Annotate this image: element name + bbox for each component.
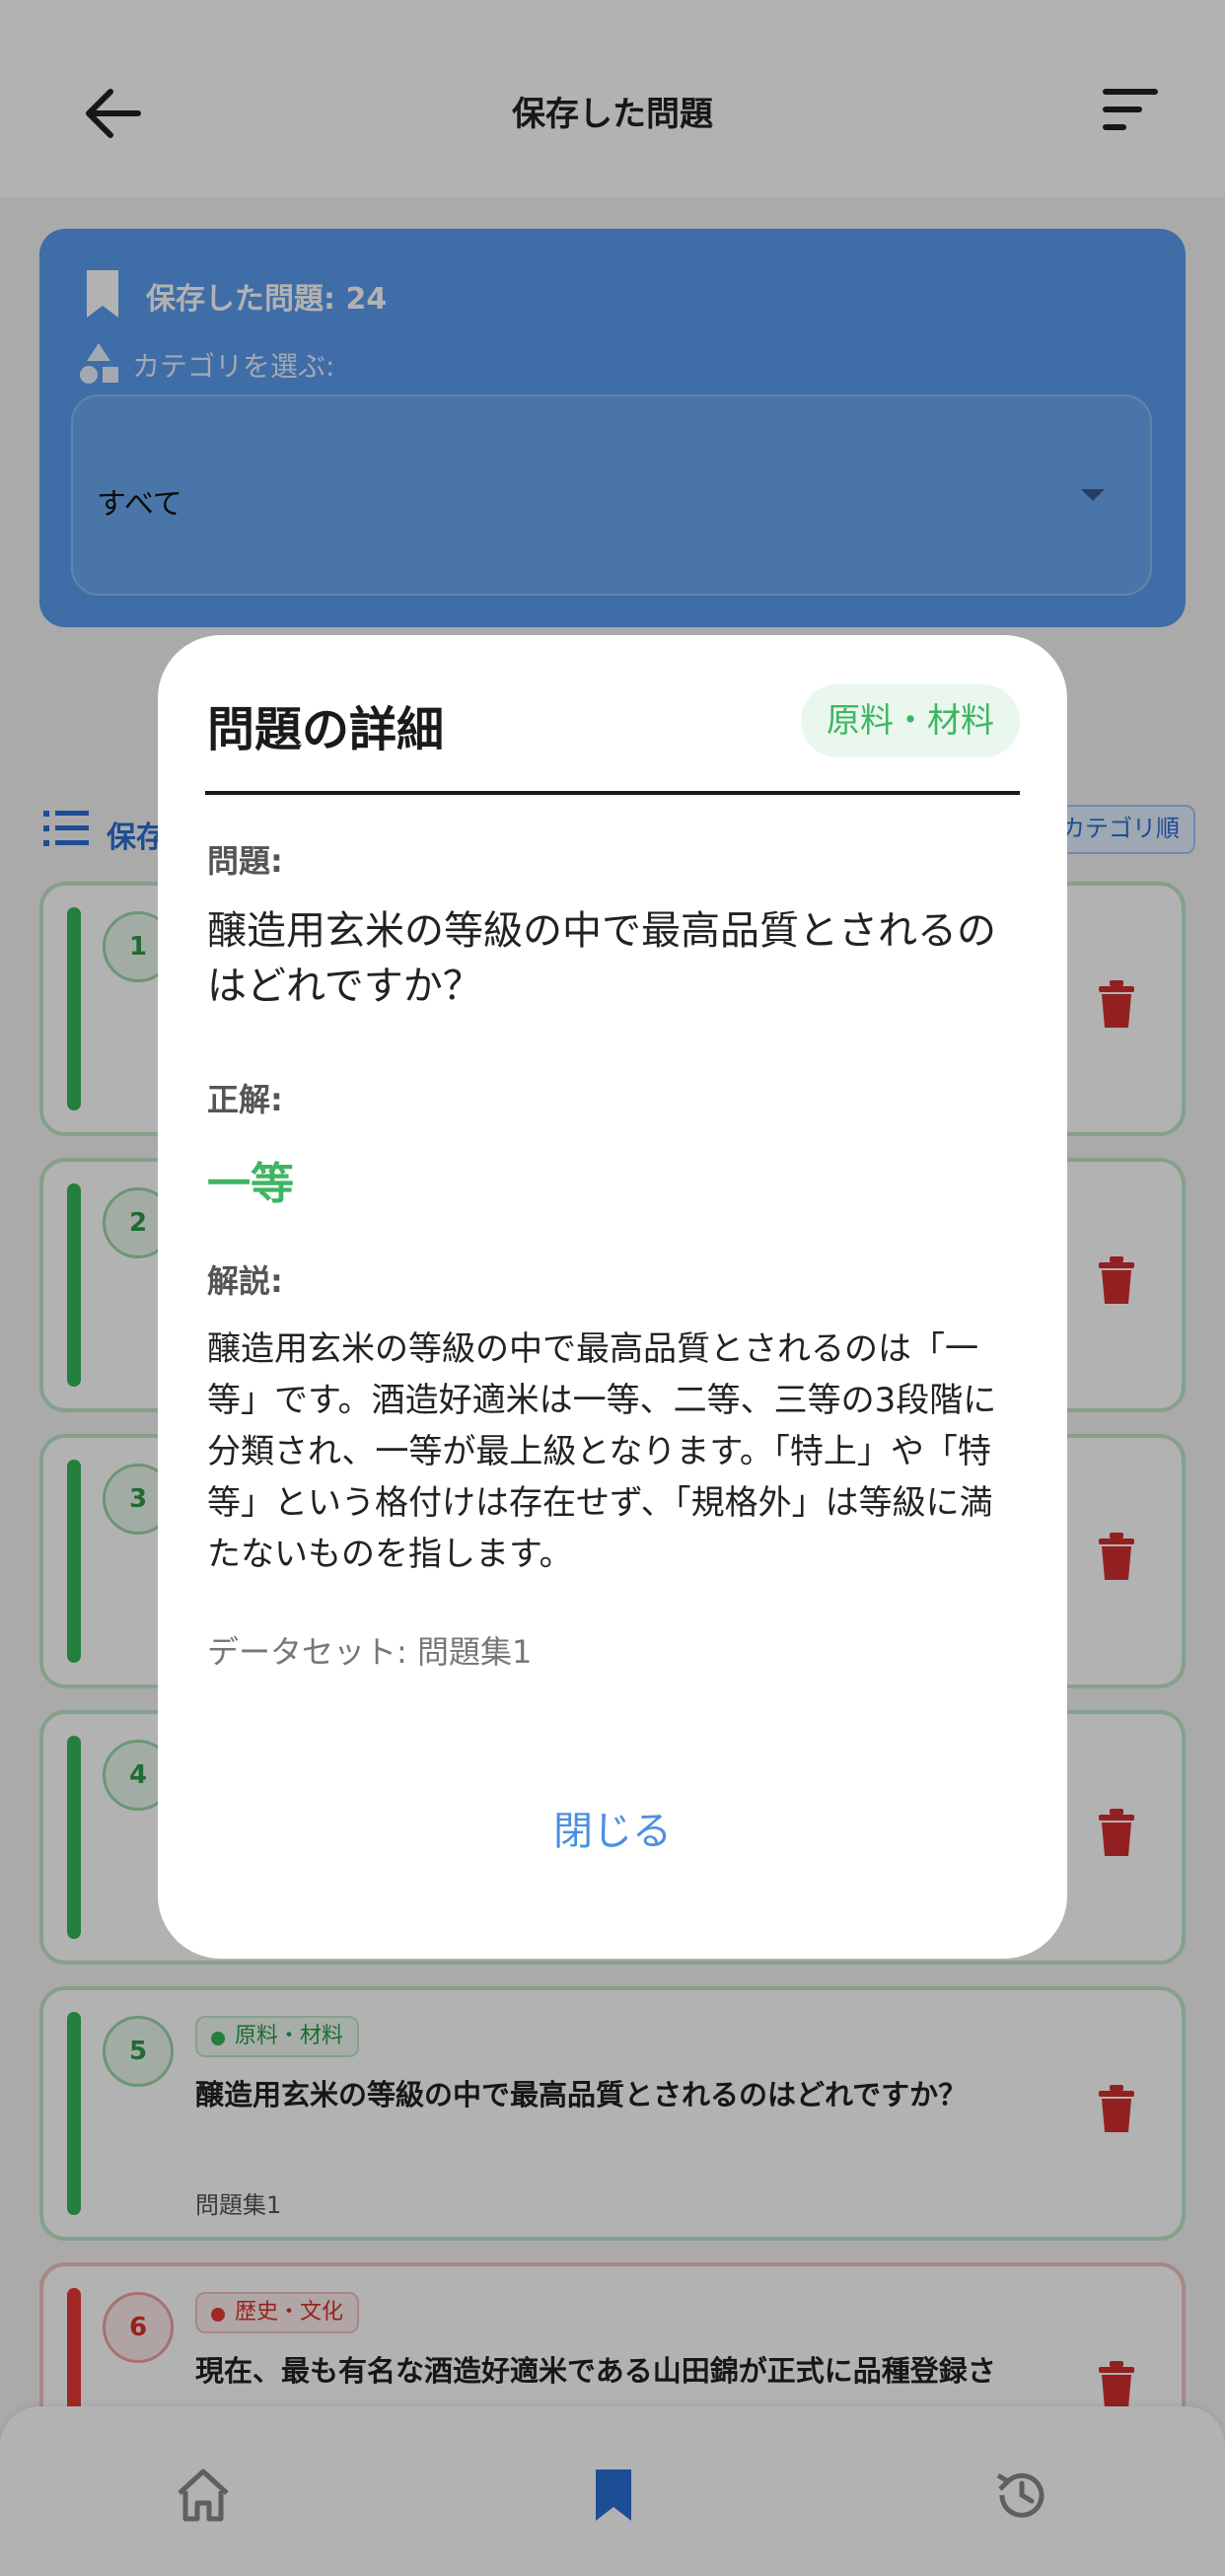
question-text: 醸造用玄米の等級の中で最高品質とされるのはどれですか？	[207, 908, 996, 1009]
dataset-label: データセット: 問題集1	[207, 1633, 533, 1671]
answer-text: 一等	[207, 1159, 294, 1209]
category-badge: 原料・材料	[801, 684, 1020, 757]
explanation-label: 解説:	[207, 1262, 283, 1300]
answer-label: 正解:	[207, 1081, 283, 1118]
dialog-title: 問題の詳細	[207, 702, 445, 757]
explanation-text: 醸造用玄米の等級の中で最高品質とされるのは「一等」です。酒造好適米は一等、二等、…	[207, 1329, 997, 1574]
divider	[205, 791, 1020, 795]
close-button[interactable]: 閉じる	[158, 1799, 1067, 1856]
question-detail-dialog: 問題の詳細 原料・材料 問題: 醸造用玄米の等級の中で最高品質とされるのはどれで…	[158, 635, 1067, 1959]
question-label: 問題:	[207, 842, 283, 880]
